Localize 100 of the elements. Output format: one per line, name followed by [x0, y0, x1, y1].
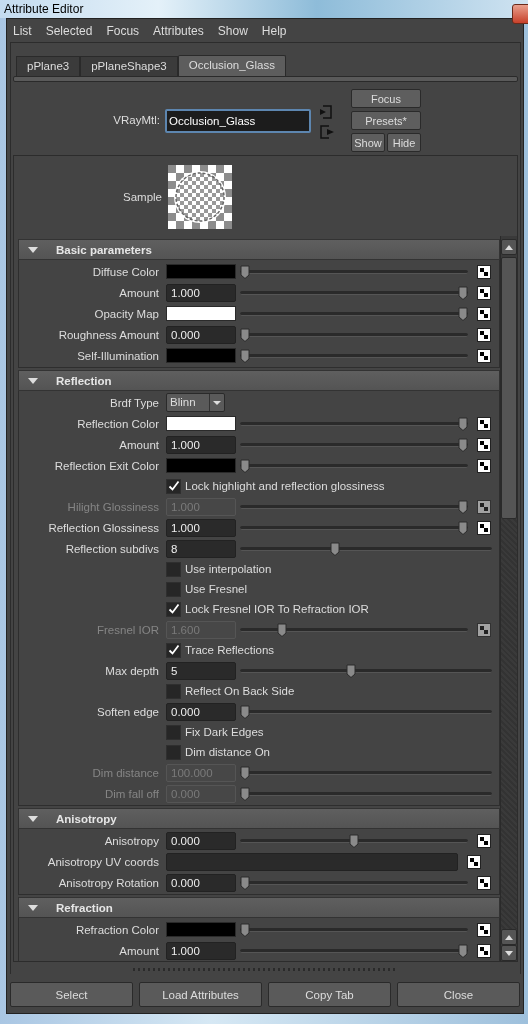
- slider-thumb[interactable]: [240, 264, 250, 279]
- slider-thumb[interactable]: [346, 663, 357, 678]
- slider-thumb[interactable]: [240, 922, 250, 937]
- scroll-down-button[interactable]: [501, 945, 517, 961]
- number-field[interactable]: 8: [166, 539, 236, 558]
- color-swatch[interactable]: [166, 922, 236, 937]
- number-field[interactable]: 5: [166, 661, 236, 680]
- input-connection-icon[interactable]: [319, 105, 335, 119]
- slider[interactable]: [240, 285, 468, 300]
- number-field[interactable]: 1.000: [166, 283, 236, 302]
- slider[interactable]: [240, 437, 468, 452]
- checker-icon[interactable]: [477, 875, 491, 890]
- slider-thumb[interactable]: [458, 520, 468, 535]
- checker-icon[interactable]: [477, 264, 491, 279]
- slider-thumb[interactable]: [458, 437, 468, 452]
- slider[interactable]: [240, 704, 492, 719]
- tab[interactable]: pPlaneShape3: [80, 56, 178, 76]
- menu-item[interactable]: Focus: [106, 24, 140, 38]
- slider-thumb[interactable]: [240, 348, 250, 363]
- slider-thumb[interactable]: [458, 306, 468, 321]
- color-swatch[interactable]: [166, 458, 236, 473]
- tab[interactable]: Occlusion_Glass: [177, 55, 286, 76]
- number-field[interactable]: 0.000: [166, 325, 236, 344]
- checkbox[interactable]: [166, 581, 181, 597]
- slider[interactable]: [240, 541, 492, 556]
- slider[interactable]: [240, 922, 468, 937]
- slider-thumb[interactable]: [458, 285, 468, 300]
- checkbox[interactable]: [166, 601, 181, 617]
- slider[interactable]: [240, 458, 468, 473]
- slider[interactable]: [240, 520, 468, 535]
- section-header[interactable]: Reflection: [18, 370, 500, 391]
- dropdown[interactable]: Blinn: [166, 393, 225, 412]
- checkbox[interactable]: [166, 744, 181, 760]
- checkbox[interactable]: [166, 478, 181, 494]
- node-button[interactable]: Presets*: [351, 111, 421, 130]
- menu-item[interactable]: Selected: [45, 24, 93, 38]
- section-header[interactable]: Refraction: [18, 897, 500, 918]
- checkbox[interactable]: [166, 642, 181, 658]
- number-field[interactable]: 0.000: [166, 831, 236, 850]
- slider-thumb[interactable]: [329, 541, 340, 556]
- color-swatch[interactable]: [166, 416, 236, 431]
- checkbox[interactable]: [166, 561, 181, 577]
- bottom-button[interactable]: Copy Tab: [268, 982, 391, 1007]
- slider[interactable]: [240, 348, 468, 363]
- slider[interactable]: [240, 663, 492, 678]
- slider-thumb[interactable]: [240, 458, 250, 473]
- slider[interactable]: [240, 327, 468, 342]
- menu-item[interactable]: List: [13, 24, 32, 38]
- slider-thumb[interactable]: [240, 327, 250, 342]
- bottom-button[interactable]: Select: [10, 982, 133, 1007]
- slider-thumb[interactable]: [240, 875, 250, 890]
- checker-icon[interactable]: [477, 922, 491, 937]
- checker-icon[interactable]: [477, 833, 491, 848]
- checker-icon[interactable]: [477, 458, 491, 473]
- slider-thumb[interactable]: [349, 833, 359, 848]
- slider[interactable]: [240, 264, 468, 279]
- slider[interactable]: [240, 833, 468, 848]
- slider-thumb[interactable]: [458, 943, 468, 958]
- number-field[interactable]: 1.000: [166, 941, 236, 960]
- slider[interactable]: [240, 416, 468, 431]
- menu-item[interactable]: Attributes: [153, 24, 204, 38]
- bottom-button[interactable]: Load Attributes: [139, 982, 262, 1007]
- tab[interactable]: pPlane3: [16, 56, 81, 76]
- checker-icon[interactable]: [477, 327, 491, 342]
- menu-item[interactable]: Help: [261, 24, 287, 38]
- slider-thumb[interactable]: [240, 704, 250, 719]
- checker-icon[interactable]: [477, 306, 491, 321]
- slider[interactable]: [240, 943, 468, 958]
- slider[interactable]: [240, 306, 468, 321]
- toggle-button[interactable]: Show: [351, 133, 385, 152]
- toggle-button[interactable]: Hide: [387, 133, 421, 152]
- checker-icon[interactable]: [477, 348, 491, 363]
- checkbox[interactable]: [166, 724, 181, 740]
- slider[interactable]: [240, 875, 468, 890]
- checker-icon[interactable]: [477, 520, 491, 535]
- number-field[interactable]: 0.000: [166, 702, 236, 721]
- scrollbar[interactable]: [500, 236, 517, 961]
- section-header[interactable]: Anisotropy: [18, 808, 500, 829]
- node-button[interactable]: Focus: [351, 89, 421, 108]
- checker-icon[interactable]: [467, 854, 481, 869]
- number-field[interactable]: 0.000: [166, 873, 236, 892]
- color-swatch[interactable]: [166, 306, 236, 321]
- checker-icon[interactable]: [477, 437, 491, 452]
- section-header[interactable]: Basic parameters: [18, 239, 500, 260]
- scroll-up-button[interactable]: [501, 929, 517, 945]
- number-field[interactable]: 1.000: [166, 435, 236, 454]
- slider-thumb[interactable]: [458, 416, 468, 431]
- checkbox[interactable]: [166, 683, 181, 699]
- checker-icon[interactable]: [477, 285, 491, 300]
- checker-icon[interactable]: [477, 943, 491, 958]
- menu-item[interactable]: Show: [217, 24, 248, 38]
- scroll-thumb[interactable]: [501, 257, 517, 519]
- color-swatch[interactable]: [166, 348, 236, 363]
- checker-icon[interactable]: [477, 416, 491, 431]
- bottom-button[interactable]: Close: [397, 982, 520, 1007]
- scroll-up-button[interactable]: [501, 239, 517, 255]
- color-swatch[interactable]: [166, 264, 236, 279]
- node-name-field[interactable]: Occlusion_Glass: [165, 109, 311, 133]
- text-field[interactable]: [166, 852, 458, 871]
- number-field[interactable]: 1.000: [166, 518, 236, 537]
